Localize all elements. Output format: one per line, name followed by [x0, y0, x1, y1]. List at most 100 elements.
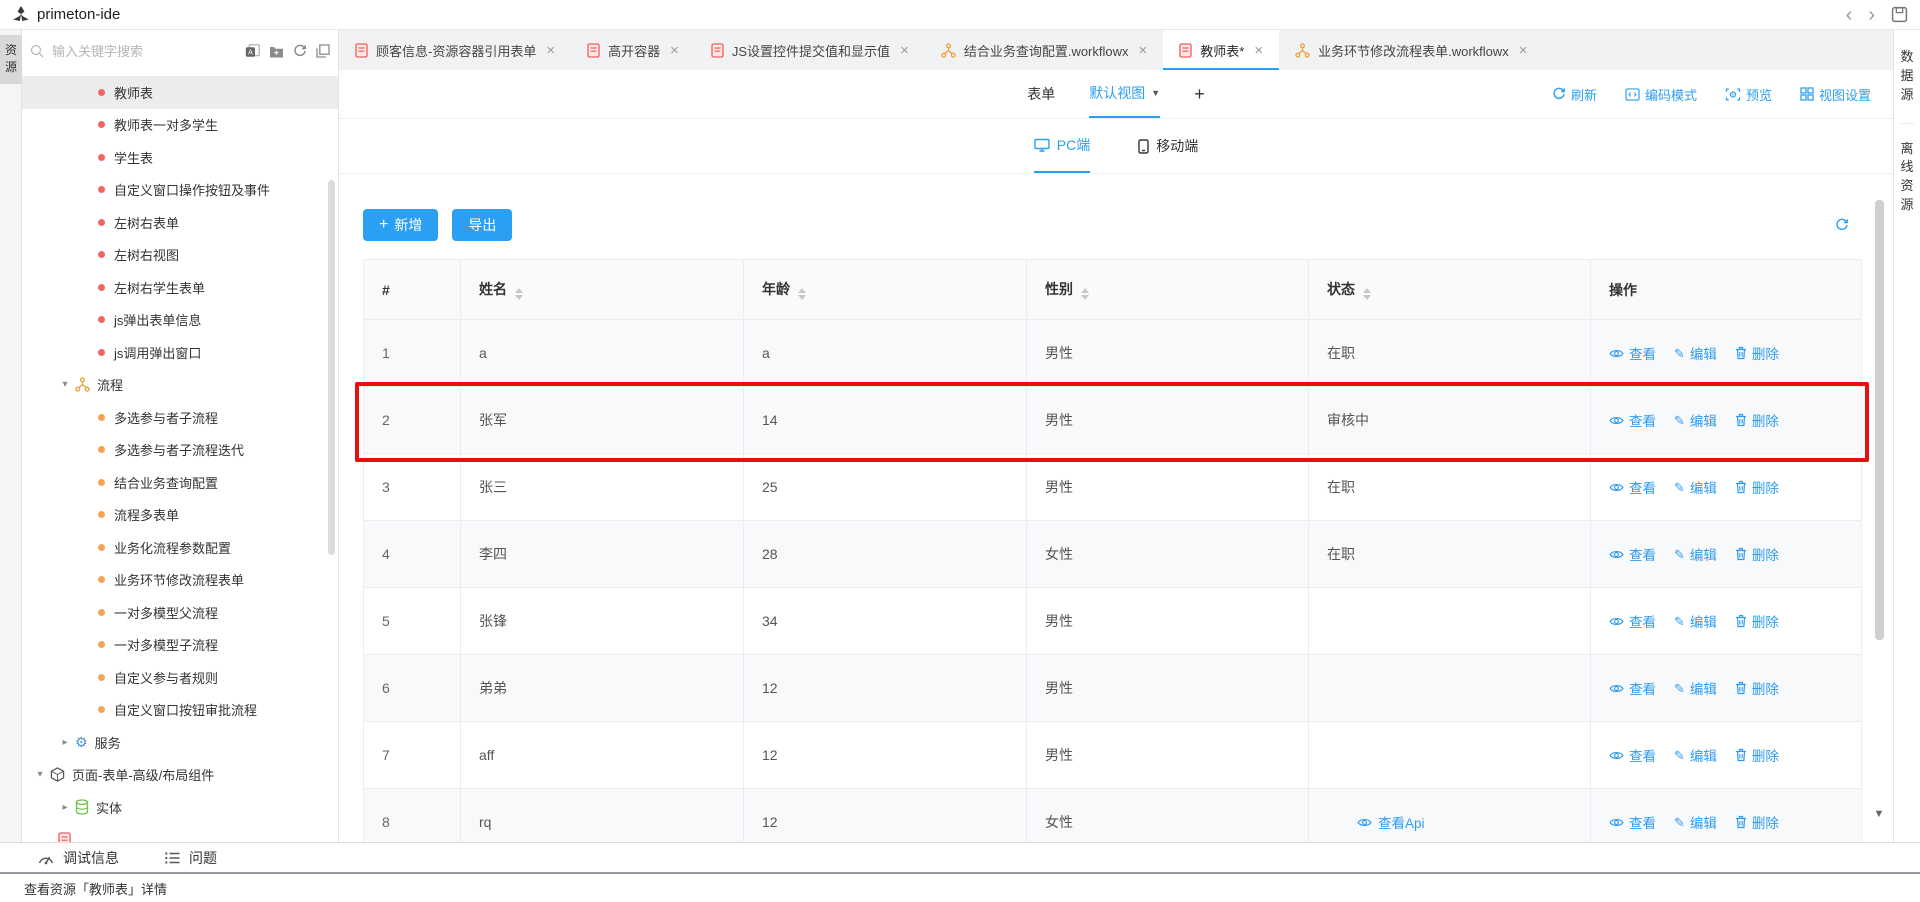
sidebar-scrollbar-thumb[interactable] — [328, 180, 335, 555]
查看-action-link[interactable]: 查看 — [1609, 745, 1656, 765]
tree-item-自定义参与者规则[interactable]: 自定义参与者规则 — [22, 661, 338, 694]
issues-button[interactable]: 问题 — [165, 848, 217, 868]
tree-item-左树右视图[interactable]: 左树右视图 — [22, 239, 338, 272]
toolbar-预览[interactable]: 预览 — [1725, 85, 1772, 104]
查看-action-link[interactable]: 查看 — [1609, 611, 1656, 631]
resources-rail-tab[interactable]: 资源 — [0, 35, 22, 84]
right-rail-tab-离线资源[interactable]: 离线资源 — [1900, 123, 1914, 229]
删除-action-link[interactable]: 删除 — [1735, 477, 1779, 497]
tree-item-自定义窗口操作按钮及事件[interactable]: 自定义窗口操作按钮及事件 — [22, 174, 338, 207]
table-refresh-icon[interactable] — [1835, 218, 1849, 232]
tree-item-业务化流程参数配置[interactable]: 业务化流程参数配置 — [22, 531, 338, 564]
sort-icon[interactable] — [798, 288, 806, 300]
tab-label: JS设置控件提交值和显示值 — [732, 41, 890, 60]
tree-item-流程多表单[interactable]: 流程多表单 — [22, 499, 338, 532]
sidebar-search[interactable] — [30, 43, 239, 60]
tree-item-左树右表单[interactable]: 左树右表单 — [22, 206, 338, 239]
view-api-link[interactable]: 查看Api — [1357, 812, 1425, 832]
编辑-action-link[interactable]: ✎编辑 — [1674, 678, 1717, 698]
查看-action-link[interactable]: 查看 — [1609, 812, 1656, 832]
nav-back-icon[interactable]: ‹ — [1846, 5, 1853, 25]
tree-item-服务[interactable]: ▸⚙服务 — [22, 726, 338, 759]
editor-tab[interactable]: 教师表*× — [1163, 30, 1279, 70]
编辑-action-link[interactable]: ✎编辑 — [1674, 477, 1717, 497]
scrollbar-down-arrow[interactable]: ▼ — [1871, 808, 1887, 820]
删除-action-link[interactable]: 删除 — [1735, 343, 1779, 363]
编辑-action-link[interactable]: ✎编辑 — [1674, 812, 1717, 832]
tree-item-实体[interactable]: ▸实体 — [22, 791, 338, 824]
editor-tab[interactable]: 业务环节修改流程表单.workflowx× — [1279, 30, 1543, 70]
debug-info-button[interactable]: 调试信息 — [38, 848, 119, 868]
nav-forward-icon[interactable]: › — [1868, 5, 1875, 25]
search-input[interactable] — [50, 43, 239, 60]
查看-action-link[interactable]: 查看 — [1609, 477, 1656, 497]
sort-icon[interactable] — [1363, 288, 1371, 300]
column-header-状态[interactable]: 状态 — [1309, 260, 1591, 320]
toolbar-刷新[interactable]: 刷新 — [1552, 85, 1597, 104]
add-view-button[interactable]: + — [1194, 70, 1205, 118]
editor-tab[interactable]: JS设置控件提交值和显示值 × — [695, 30, 925, 70]
tree-item-教师表[interactable]: 教师表 — [22, 76, 338, 109]
main-scrollbar-thumb[interactable] — [1875, 200, 1884, 640]
tree-item[interactable] — [22, 824, 338, 843]
编辑-action-link[interactable]: ✎编辑 — [1674, 410, 1717, 430]
refresh-icon[interactable] — [293, 44, 307, 58]
column-header-姓名[interactable]: 姓名 — [461, 260, 744, 320]
close-icon[interactable]: × — [1139, 42, 1148, 59]
编辑-action-link[interactable]: ✎编辑 — [1674, 745, 1717, 765]
tree-item-多选参与者子流程迭代[interactable]: 多选参与者子流程迭代 — [22, 434, 338, 467]
toolbar-视图设置[interactable]: 视图设置 — [1800, 85, 1871, 104]
tab-default-view[interactable]: 默认视图 ▼ — [1089, 70, 1160, 118]
sort-icon[interactable] — [515, 288, 523, 300]
查看-action-link[interactable]: 查看 — [1609, 343, 1656, 363]
删除-action-link[interactable]: 删除 — [1735, 812, 1779, 832]
查看-action-link[interactable]: 查看 — [1609, 678, 1656, 698]
tree-item-多选参与者子流程[interactable]: 多选参与者子流程 — [22, 401, 338, 434]
sort-icon[interactable] — [1081, 288, 1089, 300]
device-tab-PC端[interactable]: PC端 — [1034, 119, 1090, 173]
tree-item-自定义窗口按钮审批流程[interactable]: 自定义窗口按钮审批流程 — [22, 694, 338, 727]
删除-action-link[interactable]: 删除 — [1735, 678, 1779, 698]
new-folder-icon[interactable] — [269, 45, 284, 58]
close-icon[interactable]: × — [1254, 42, 1263, 59]
tree-item-结合业务查询配置[interactable]: 结合业务查询配置 — [22, 466, 338, 499]
tree-item-一对多模型父流程[interactable]: 一对多模型父流程 — [22, 596, 338, 629]
删除-action-link[interactable]: 删除 — [1735, 611, 1779, 631]
tab-form[interactable]: 表单 — [1027, 70, 1055, 118]
right-rail-tab-数据源[interactable]: 数据源 — [1900, 46, 1914, 119]
collapse-all-icon[interactable] — [316, 44, 330, 58]
删除-action-link[interactable]: 删除 — [1735, 410, 1779, 430]
tree-item-左树右学生表单[interactable]: 左树右学生表单 — [22, 271, 338, 304]
column-header-年龄[interactable]: 年龄 — [744, 260, 1027, 320]
cell-operations: 查看 ✎编辑删除 — [1591, 454, 1862, 521]
新增-button[interactable]: +新增 — [363, 209, 438, 241]
tree-item-业务环节修改流程表单[interactable]: 业务环节修改流程表单 — [22, 564, 338, 597]
删除-action-link[interactable]: 删除 — [1735, 544, 1779, 564]
编辑-action-link[interactable]: ✎编辑 — [1674, 343, 1717, 363]
删除-action-link[interactable]: 删除 — [1735, 745, 1779, 765]
查看-action-link[interactable]: 查看 — [1609, 410, 1656, 430]
editor-tab[interactable]: 顾客信息-资源容器引用表单× — [339, 30, 571, 70]
tree-item-一对多模型子流程[interactable]: 一对多模型子流程 — [22, 629, 338, 662]
toolbar-编码模式[interactable]: 编码模式 — [1625, 85, 1697, 104]
close-icon[interactable]: × — [546, 42, 555, 59]
编辑-action-link[interactable]: ✎编辑 — [1674, 611, 1717, 631]
查看-action-link[interactable]: 查看 — [1609, 544, 1656, 564]
editor-tab[interactable]: 结合业务查询配置.workflowx× — [925, 30, 1163, 70]
column-header-性别[interactable]: 性别 — [1027, 260, 1309, 320]
i18n-file-icon[interactable]: A — [245, 44, 260, 58]
device-tab-移动端[interactable]: 移动端 — [1138, 119, 1198, 173]
tree-item-流程[interactable]: ▾流程 — [22, 369, 338, 402]
editor-tab[interactable]: 高开容器× — [571, 30, 695, 70]
tree-item-js调用弹出窗口[interactable]: js调用弹出窗口 — [22, 336, 338, 369]
close-icon[interactable]: × — [1519, 42, 1528, 59]
tree-item-js弹出表单信息[interactable]: js弹出表单信息 — [22, 304, 338, 337]
编辑-action-link[interactable]: ✎编辑 — [1674, 544, 1717, 564]
close-icon[interactable]: × — [670, 42, 679, 59]
tree-item-学生表[interactable]: 学生表 — [22, 141, 338, 174]
导出-button[interactable]: 导出 — [452, 209, 512, 241]
tree-item-教师表一对多学生[interactable]: 教师表一对多学生 — [22, 109, 338, 142]
save-icon[interactable] — [1891, 6, 1908, 23]
close-icon[interactable]: × — [900, 42, 909, 59]
tree-item-页面-表单-高级/布局组件[interactable]: ▾页面-表单-高级/布局组件 — [22, 759, 338, 792]
